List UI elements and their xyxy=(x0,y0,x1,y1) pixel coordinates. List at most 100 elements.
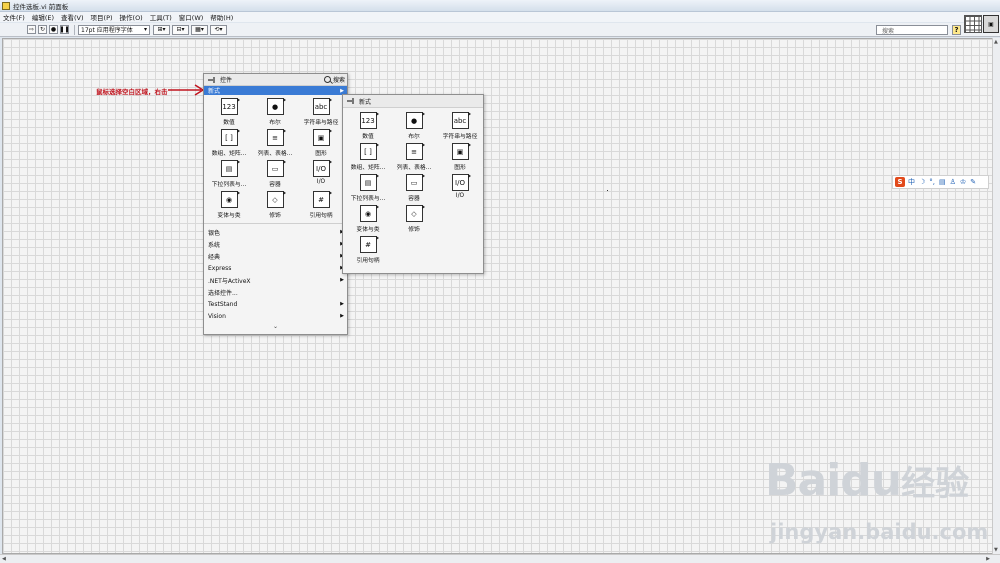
punctuation-icon[interactable]: °, xyxy=(929,178,935,186)
ime-mode-label[interactable]: 中 xyxy=(908,177,915,187)
vi-icon[interactable]: ▣ xyxy=(983,15,999,33)
sogou-logo-icon[interactable]: S xyxy=(895,177,905,187)
refnum-icon: # xyxy=(359,236,379,253)
category-classic[interactable]: 经典▶ xyxy=(204,250,347,262)
subpalette-item-label: 布尔 xyxy=(408,134,420,140)
palette-item-label: 引用句柄 xyxy=(309,213,333,219)
palette-item-boolean[interactable]: ● 布尔 xyxy=(252,97,298,128)
resize-objects-icon[interactable]: ▦▾ xyxy=(191,24,208,35)
align-objects-icon[interactable]: ⊞▾ xyxy=(153,24,170,35)
watermark-cn: 经验 xyxy=(901,464,970,504)
category-system[interactable]: 系统▶ xyxy=(204,238,347,250)
abort-icon[interactable]: ● xyxy=(49,25,58,34)
modern-subpalette-header: 新式 xyxy=(343,95,483,108)
menu-view[interactable]: 查看(V) xyxy=(61,12,84,22)
user-icon[interactable]: ♙ xyxy=(950,178,956,186)
palette-search-button[interactable]: 搜索 xyxy=(323,75,345,84)
palette-item-label: 图形 xyxy=(315,151,327,157)
numeric-icon: 123 xyxy=(220,98,240,115)
menu-tools[interactable]: 工具(T) xyxy=(150,12,172,22)
scroll-down-icon[interactable]: ▼ xyxy=(994,547,998,553)
array-icon: [ ] xyxy=(220,129,240,146)
context-help-button[interactable]: ? xyxy=(952,25,961,35)
palette-item-numeric[interactable]: 123 数值 xyxy=(206,97,252,128)
palette-item-array[interactable]: [ ] 数组、矩阵... xyxy=(206,128,252,159)
palette-item-decorations[interactable]: ◇ 修饰 xyxy=(252,190,298,221)
category-modern[interactable]: 新式 ▶ xyxy=(204,86,347,95)
moon-icon[interactable]: ☽ xyxy=(919,178,925,186)
menu-project[interactable]: 项目(P) xyxy=(91,12,113,22)
palette-item-label: 数组、矩阵... xyxy=(211,151,247,157)
menu-file[interactable]: 文件(F) xyxy=(3,12,25,22)
subpalette-item-variant-class[interactable]: ◉ 变体与类 xyxy=(345,204,391,235)
menu-window[interactable]: 窗口(W) xyxy=(179,12,204,22)
modern-subpalette-title: 新式 xyxy=(359,98,372,106)
palette-search-label: 搜索 xyxy=(332,77,345,84)
palette-item-variant-class[interactable]: ◉ 变体与类 xyxy=(206,190,252,221)
pause-icon[interactable]: ❚❚ xyxy=(59,25,70,34)
menu-operate[interactable]: 操作(O) xyxy=(120,12,143,22)
graph-icon: ▣ xyxy=(312,129,332,146)
category-silver[interactable]: 银色▶ xyxy=(204,226,347,238)
subpalette-item-container[interactable]: ▭ 容器 xyxy=(391,173,437,204)
scroll-left-icon[interactable]: ◀ xyxy=(2,556,6,562)
list-table-icon: ≡ xyxy=(266,129,286,146)
category-teststand[interactable]: TestStand ▶ xyxy=(204,298,347,310)
submenu-arrow-icon: ▶ xyxy=(340,313,344,319)
run-arrow-icon[interactable]: ⇨ xyxy=(27,25,36,34)
submenu-arrow-icon: ▶ xyxy=(340,301,344,307)
palette-item-graph[interactable]: ▣ 图形 xyxy=(298,128,344,159)
palette-item-ring-enum[interactable]: ▤ 下拉列表与... xyxy=(206,159,252,190)
subpalette-item-io[interactable]: I/O I/O xyxy=(437,173,483,204)
menu-edit[interactable]: 编辑(E) xyxy=(32,12,54,22)
distribute-objects-icon[interactable]: ⊟▾ xyxy=(172,24,189,35)
subpalette-item-label: 容器 xyxy=(408,196,420,202)
scroll-right-icon[interactable]: ▶ xyxy=(986,556,990,562)
scroll-up-icon[interactable]: ▲ xyxy=(994,39,998,45)
pin-icon[interactable] xyxy=(347,98,355,104)
palette-item-string-path[interactable]: abc 字符串与路径 xyxy=(298,97,344,128)
vertical-scrollbar[interactable]: ▲ ▼ xyxy=(992,38,1000,554)
subpalette-item-graph[interactable]: ▣ 图形 xyxy=(437,142,483,173)
connector-pane-icon[interactable] xyxy=(964,15,982,33)
shirt-icon[interactable]: ♔ xyxy=(960,178,966,186)
palette-item-io[interactable]: I/O I/O xyxy=(298,159,344,190)
palette-item-refnum[interactable]: # 引用句柄 xyxy=(298,190,344,221)
subpalette-item-list-table[interactable]: ≡ 列表、表格... xyxy=(391,142,437,173)
subpalette-item-refnum[interactable]: # 引用句柄 xyxy=(345,235,391,266)
search-input[interactable]: 搜索 xyxy=(876,25,948,35)
category-select-control[interactable]: 选择控件... xyxy=(204,286,347,298)
font-select[interactable]: 17pt 应用程序字体 ▾ xyxy=(78,24,150,35)
string-path-icon: abc xyxy=(451,112,471,129)
search-icon xyxy=(323,76,331,83)
controls-palette: 控件 搜索 新式 ▶ 123 数值 ● 布尔 abc 字符串与路径 [ ] 数组… xyxy=(203,73,348,335)
reorder-icon[interactable]: ⟲▾ xyxy=(210,24,227,35)
io-icon: I/O xyxy=(451,174,471,191)
subpalette-item-decorations[interactable]: ◇ 修饰 xyxy=(391,204,437,235)
category-label: 选择控件... xyxy=(208,289,238,297)
subpalette-item-label: I/O xyxy=(455,193,465,199)
palette-item-container[interactable]: ▭ 容器 xyxy=(252,159,298,190)
category-vision[interactable]: Vision ▶ xyxy=(204,310,347,322)
subpalette-item-ring-enum[interactable]: ▤ 下拉列表与... xyxy=(345,173,391,204)
category-express[interactable]: Express▶ xyxy=(204,262,347,274)
category-label: .NET与ActiveX xyxy=(208,277,251,285)
subpalette-item-string-path[interactable]: abc 字符串与路径 xyxy=(437,111,483,142)
list-table-icon: ≡ xyxy=(405,143,425,160)
horizontal-scrollbar[interactable]: ◀ ▶ xyxy=(0,554,1000,563)
pin-icon[interactable] xyxy=(208,76,216,83)
subpalette-item-label: 变体与类 xyxy=(356,227,380,233)
window-title: 控件选板.vi 前面板 xyxy=(13,2,69,11)
palette-item-list-table[interactable]: ≡ 列表、表格... xyxy=(252,128,298,159)
toolbar-separator xyxy=(74,24,75,35)
subpalette-item-label: 图形 xyxy=(454,165,466,171)
expand-more-icon[interactable]: ⌄ xyxy=(204,323,347,330)
menu-help[interactable]: 帮助(H) xyxy=(210,12,233,22)
wrench-icon[interactable]: ✎ xyxy=(970,178,976,186)
subpalette-item-numeric[interactable]: 123 数值 xyxy=(345,111,391,142)
subpalette-item-array[interactable]: [ ] 数组、矩阵... xyxy=(345,142,391,173)
category-dotnet-activex[interactable]: .NET与ActiveX ▶ xyxy=(204,274,347,286)
keyboard-icon[interactable]: ▤ xyxy=(939,178,946,186)
subpalette-item-boolean[interactable]: ● 布尔 xyxy=(391,111,437,142)
run-continuously-icon[interactable]: ↻ xyxy=(38,25,47,34)
